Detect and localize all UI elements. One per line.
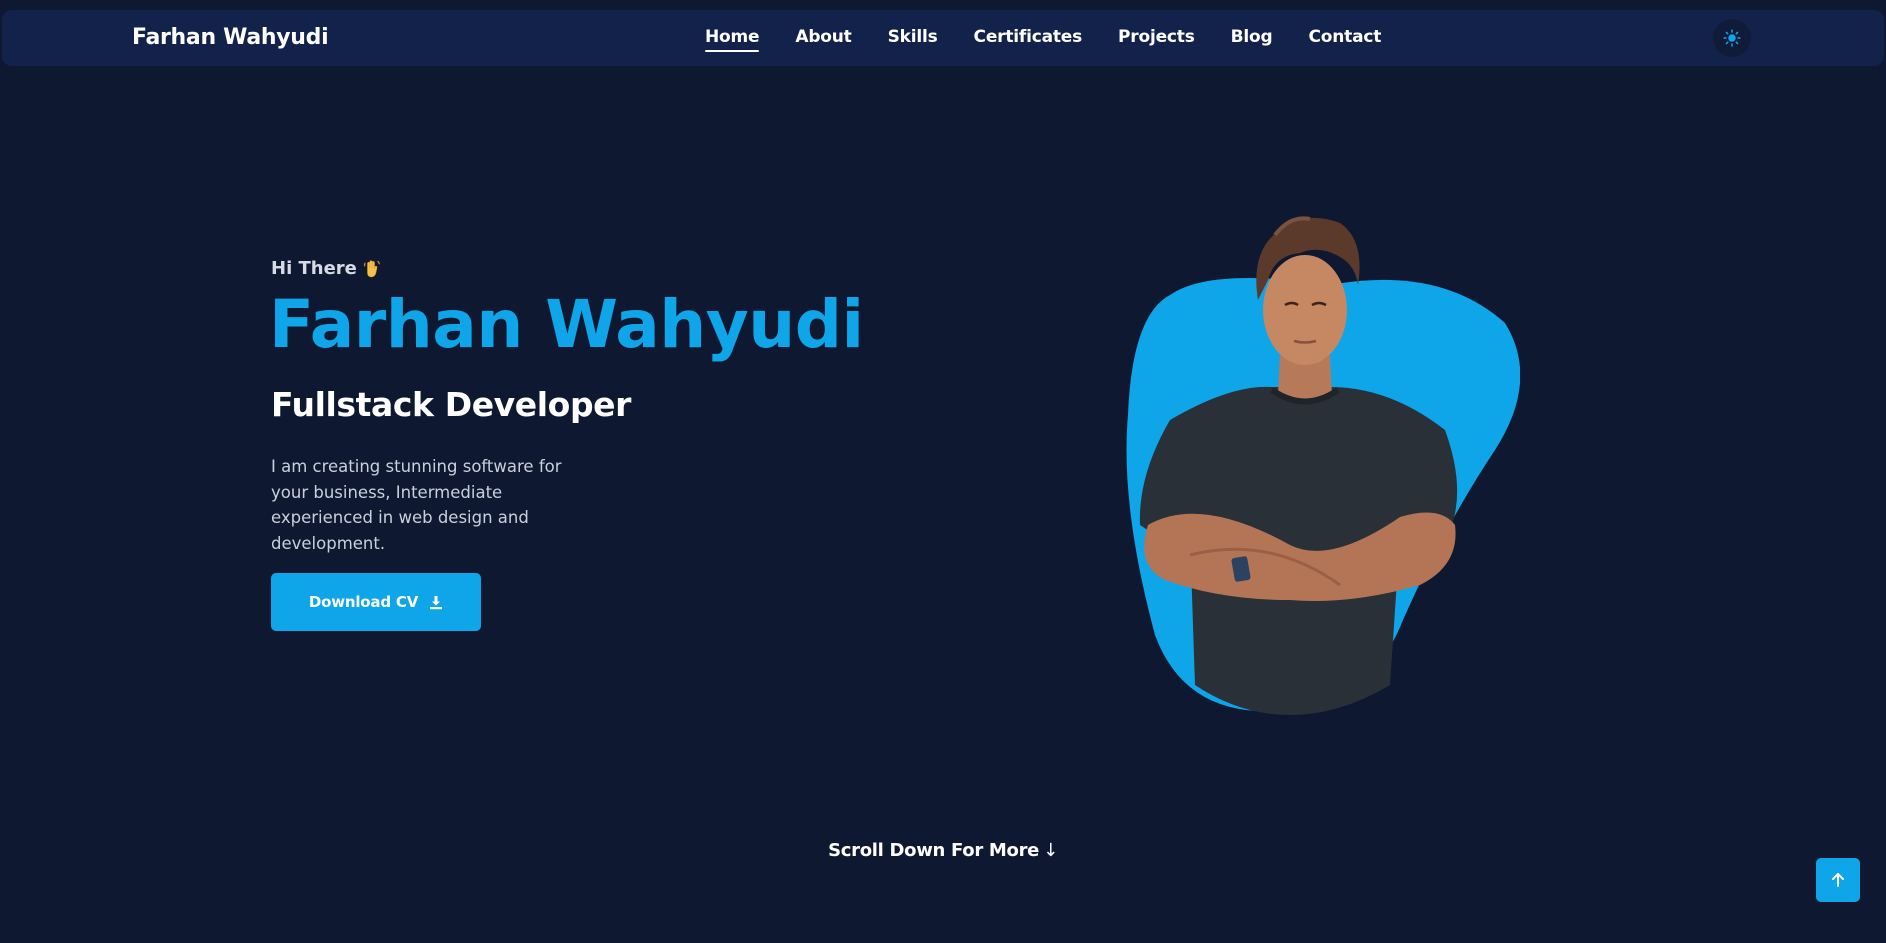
download-cv-label: Download CV [308,593,419,611]
nav-link-home[interactable]: Home [705,27,760,52]
nav-link-blog[interactable]: Blog [1231,27,1273,50]
nav-link-projects[interactable]: Projects [1118,27,1195,50]
arrow-up-icon [1832,873,1844,887]
profile-portrait [1126,216,1520,715]
download-icon [429,595,443,610]
download-cv-button[interactable]: Download CV [271,573,481,631]
theme-toggle-button[interactable] [1713,19,1751,57]
navbar: Farhan Wahyudi Home About Skills Certifi… [2,10,1884,66]
sun-icon [1723,29,1741,47]
brand-logo[interactable]: Farhan Wahyudi [132,10,329,66]
hero-name: Farhan Wahyudi [269,286,864,363]
waving-hand-icon [364,259,380,277]
greeting: Hi There [271,258,381,279]
arrow-down-icon: ↓ [1043,840,1058,861]
hero-description: I am creating stunning software for your… [271,457,562,553]
scroll-hint-label: Scroll Down For More [828,840,1040,861]
portrait-face [1263,255,1347,365]
back-to-top-button[interactable] [1816,858,1860,902]
nav-link-certificates[interactable]: Certificates [974,27,1083,50]
hero-role: Fullstack Developer [271,385,632,424]
nav-link-skills[interactable]: Skills [888,27,938,50]
page: Farhan Wahyudi Home About Skills Certifi… [0,0,1886,943]
nav-links: Home About Skills Certificates Projects … [705,10,1381,66]
greeting-text: Hi There [271,258,357,279]
nav-link-contact[interactable]: Contact [1309,27,1382,50]
scroll-hint[interactable]: Scroll Down For More ↓ [0,840,1886,861]
nav-link-about[interactable]: About [795,27,851,50]
